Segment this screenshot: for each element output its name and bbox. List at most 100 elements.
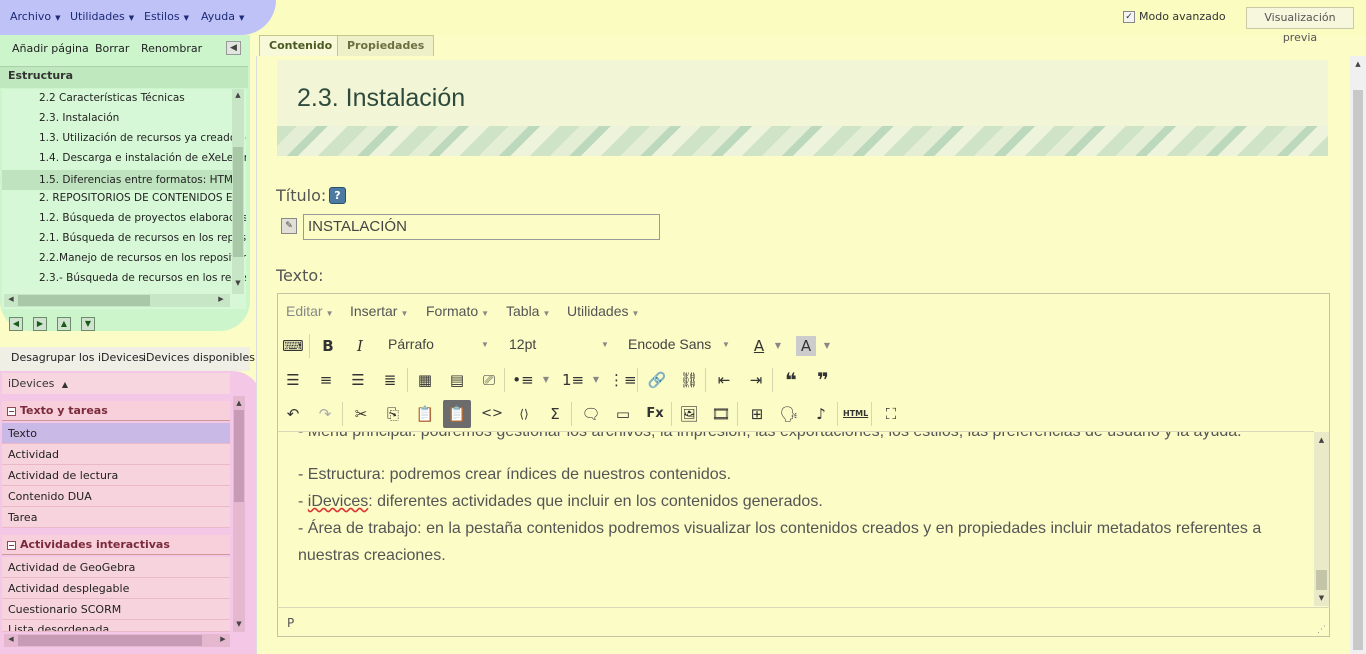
idevice-item[interactable]: Actividad desplegable <box>2 578 230 599</box>
undo-icon[interactable]: ↶ <box>281 402 305 426</box>
editor-menu-formato[interactable]: Formato ▼ <box>426 303 489 319</box>
category-actividades-interactivas[interactable]: − Actividades interactivas <box>2 535 230 555</box>
sitemap-icon[interactable]: ⊞ <box>745 402 769 426</box>
indent-list-icon[interactable]: ⋮≡ <box>609 368 637 392</box>
clear-format-icon[interactable]: ▤ <box>445 368 469 392</box>
paste-icon[interactable]: 📋 <box>413 402 437 426</box>
category-texto-tareas[interactable]: − Texto y tareas <box>2 401 230 421</box>
sort-up-icon[interactable]: ▲ <box>62 380 68 389</box>
ungroup-idevices-tab[interactable]: Desagrupar los iDevices <box>11 351 144 364</box>
source-code-icon[interactable]: ⟨⟩ <box>512 402 536 426</box>
idevices-vertical-scrollbar[interactable]: ▲ ▼ <box>232 396 246 632</box>
tree-horizontal-scrollbar[interactable]: ◀ ▶ <box>4 293 230 308</box>
paste-text-icon[interactable]: 📋 <box>443 400 471 428</box>
align-center-icon[interactable]: ≡ <box>314 368 338 392</box>
collapse-icon[interactable]: − <box>7 540 16 550</box>
add-page-button[interactable]: Añadir página <box>12 42 89 55</box>
scroll-up-icon[interactable]: ▲ <box>1314 436 1329 444</box>
fullscreen-icon[interactable]: ⛶ <box>879 402 903 426</box>
element-path[interactable]: P <box>287 616 294 630</box>
keyboard-icon[interactable]: ⌨ <box>281 334 305 358</box>
justify-icon[interactable]: ≣ <box>378 368 402 392</box>
align-right-icon[interactable]: ☰ <box>346 368 370 392</box>
bullet-list-icon[interactable]: •≡ <box>511 368 535 392</box>
comment-icon[interactable]: 🗨 <box>579 402 603 426</box>
tree-node[interactable]: 1.3. Utilización de recursos ya creados … <box>39 132 246 144</box>
italic-icon[interactable]: I <box>348 334 372 358</box>
tree-node[interactable]: 2. REPOSITORIOS DE CONTENIDOS ED <box>39 192 241 204</box>
delete-button[interactable]: Borrar <box>95 42 129 55</box>
window-icon[interactable]: ▭ <box>611 402 635 426</box>
scroll-left-icon[interactable]: ◀ <box>6 295 16 303</box>
editor-content[interactable]: - Menú principal: podremos gestionar los… <box>278 431 1314 607</box>
scroll-up-icon[interactable]: ▲ <box>232 91 244 99</box>
move-right-icon[interactable]: ▶ <box>33 317 47 331</box>
preview-button[interactable]: Visualización previa <box>1246 7 1354 44</box>
blockquote-icon[interactable]: ❝ <box>779 368 803 392</box>
html-icon[interactable]: HTML <box>843 402 868 426</box>
tree-node-selected[interactable]: 1.5. Diferencias entre formatos: HTML, <box>2 170 242 190</box>
scroll-down-icon[interactable]: ▼ <box>1314 594 1329 602</box>
chevron-down-icon[interactable]: ▼ <box>771 334 785 358</box>
indent-icon[interactable]: ⇥ <box>744 368 768 392</box>
outdent-icon[interactable]: ⇤ <box>712 368 736 392</box>
tree-node[interactable]: 1.2. Búsqueda de proyectos elaborados <box>39 212 246 224</box>
available-idevices-tab[interactable]: iDevices disponibles <box>143 351 255 364</box>
media-icon[interactable]: 🎞 <box>709 402 733 426</box>
help-icon[interactable]: ? <box>329 187 346 204</box>
editor-menu-editar[interactable]: Editar ▼ <box>286 303 334 319</box>
tree-node[interactable]: 1.4. Descarga e instalación de eXeLearn <box>39 152 246 164</box>
menu-archivo[interactable]: Archivo ▼ <box>10 10 61 23</box>
unlink-icon[interactable]: ⛓ <box>677 368 701 392</box>
text-color-icon[interactable]: A <box>747 334 771 358</box>
idevice-item[interactable]: Actividad <box>2 444 230 465</box>
scroll-right-icon[interactable]: ▶ <box>216 295 226 303</box>
copy-icon[interactable]: ⎘ <box>381 402 405 426</box>
formula-icon[interactable]: Σ <box>543 402 567 426</box>
scroll-up-icon[interactable]: ▲ <box>1350 60 1366 68</box>
collapse-panel-icon[interactable]: ◀ <box>226 41 241 55</box>
editor-menu-tabla[interactable]: Tabla ▼ <box>506 303 550 319</box>
menu-estilos[interactable]: Estilos ▼ <box>144 10 189 23</box>
tab-contenido[interactable]: Contenido <box>259 35 343 56</box>
tree-node[interactable]: 2.2.Manejo de recursos en los repositor <box>39 252 246 264</box>
format-select[interactable]: Párrafo ▼ <box>388 336 492 352</box>
collapse-icon[interactable]: − <box>7 406 16 416</box>
advanced-mode-toggle[interactable]: ✓ Modo avanzado <box>1123 10 1226 23</box>
tree-node[interactable]: 2.3. Instalación <box>39 112 119 124</box>
menu-ayuda[interactable]: Ayuda ▼ <box>201 10 244 23</box>
move-up-icon[interactable]: ▲ <box>57 317 71 331</box>
move-down-icon[interactable]: ▼ <box>81 317 95 331</box>
scroll-up-icon[interactable]: ▲ <box>233 399 245 407</box>
code-icon[interactable]: <> <box>480 402 504 426</box>
scroll-down-icon[interactable]: ▼ <box>233 620 245 628</box>
idevice-item[interactable]: Actividad de lectura <box>2 465 230 486</box>
table-icon[interactable]: ▦ <box>413 368 437 392</box>
tree-node[interactable]: 2.1. Búsqueda de recursos en los repos <box>39 232 246 244</box>
scroll-down-icon[interactable]: ▼ <box>232 279 244 287</box>
music-note-icon[interactable]: ♪ <box>809 402 833 426</box>
editor-scrollbar[interactable]: ▲ ▼ <box>1314 432 1329 606</box>
tree-vertical-scrollbar[interactable]: ▲ ▼ <box>230 89 246 294</box>
chevron-down-icon[interactable]: ▼ <box>539 368 553 392</box>
menu-utilidades[interactable]: Utilidades ▼ <box>70 10 134 23</box>
tree-node[interactable]: 2.2 Características Técnicas <box>39 92 185 104</box>
main-scrollbar[interactable]: ▲ <box>1350 56 1366 654</box>
move-left-icon[interactable]: ◀ <box>9 317 23 331</box>
rename-button[interactable]: Renombrar <box>141 42 202 55</box>
scroll-left-icon[interactable]: ◀ <box>6 635 16 643</box>
idevices-horizontal-scrollbar[interactable]: ◀ ▶ <box>4 633 230 648</box>
numbered-list-icon[interactable]: 1≡ <box>561 368 585 392</box>
fx-icon[interactable]: Fx <box>643 402 667 426</box>
editor-menu-insertar[interactable]: Insertar ▼ <box>350 303 408 319</box>
resize-handle-icon[interactable]: ⋰ <box>1317 625 1326 635</box>
chevron-down-icon[interactable]: ▼ <box>589 368 603 392</box>
format-painter-icon[interactable]: ⎚ <box>477 368 501 392</box>
idevice-item[interactable]: Contenido DUA <box>2 486 230 507</box>
idevice-item[interactable]: Tarea <box>2 507 230 528</box>
scroll-right-icon[interactable]: ▶ <box>218 635 228 643</box>
tree-node[interactable]: 2.3.- Búsqueda de recursos en los repos <box>39 272 246 284</box>
image-icon[interactable]: 🖼 <box>677 402 701 426</box>
checkbox-checked-icon[interactable]: ✓ <box>1123 10 1135 23</box>
chevron-down-icon[interactable]: ▼ <box>820 334 834 358</box>
